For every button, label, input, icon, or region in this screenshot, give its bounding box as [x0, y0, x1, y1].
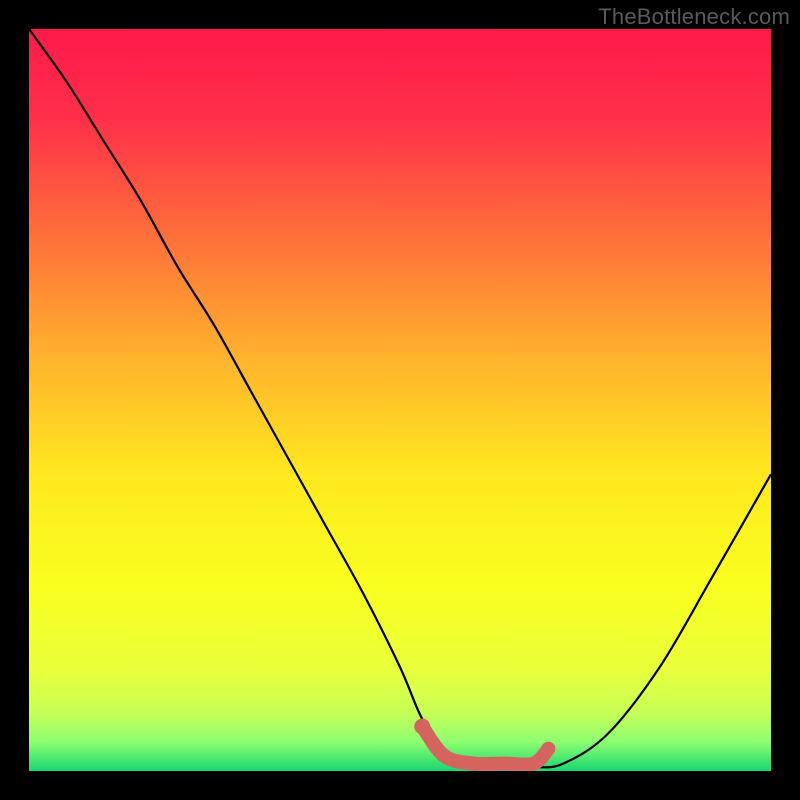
chart-plot-area [29, 29, 771, 771]
optimal-marker-dot [414, 718, 430, 734]
watermark-text: TheBottleneck.com [598, 4, 790, 30]
optimal-range-marker [422, 726, 548, 764]
bottleneck-curve [29, 29, 771, 768]
curve-layer [29, 29, 771, 771]
